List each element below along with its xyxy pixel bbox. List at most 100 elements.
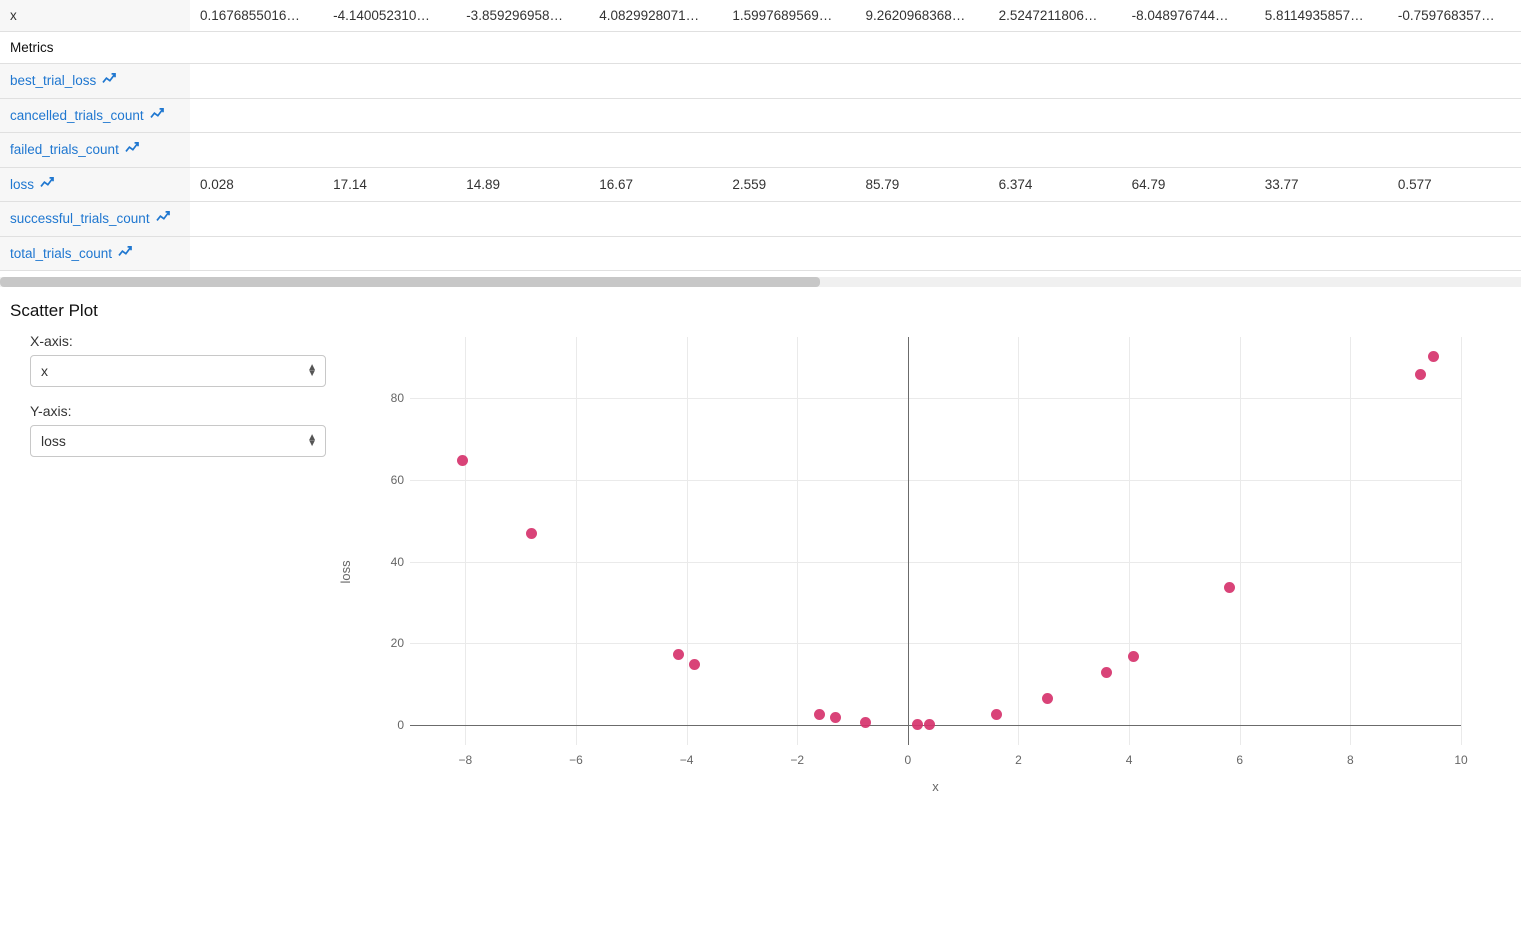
scatter-point[interactable] [912, 719, 923, 730]
table-cell: 5.8114935857… [1255, 0, 1388, 32]
table-cell: 1.5997689569… [722, 0, 855, 32]
metric-row-label: successful_trials_count [0, 202, 190, 237]
table-cell [589, 236, 722, 271]
metrics-heading: Metrics [0, 32, 1521, 64]
metric-name: successful_trials_count [10, 210, 150, 228]
table-cell [1255, 64, 1388, 99]
table-cell [190, 98, 323, 133]
table-cell [323, 236, 456, 271]
scatter-point[interactable] [1101, 667, 1112, 678]
table-cell [989, 133, 1122, 168]
table-cell [1122, 202, 1255, 237]
x-axis-label: X-axis: [30, 333, 326, 349]
table-cell [589, 202, 722, 237]
chart-icon [150, 107, 164, 125]
chart-icon [118, 245, 132, 263]
table-cell [1255, 98, 1388, 133]
scatter-point[interactable] [1128, 651, 1139, 662]
table-row: total_trials_count [0, 236, 1521, 271]
metric-row-label: failed_trials_count [0, 133, 190, 168]
y-axis-value: loss [41, 433, 66, 449]
xtick: 0 [904, 753, 911, 767]
table-cell [1388, 98, 1521, 133]
table-cell: -8.048976744… [1122, 0, 1255, 32]
scatter-controls: X-axis: x ▲▼ Y-axis: loss ▲▼ [0, 327, 340, 473]
xtick: 6 [1236, 753, 1243, 767]
table-cell: 17.14 [323, 167, 456, 202]
scatter-point[interactable] [814, 709, 825, 720]
ytick: 80 [370, 391, 404, 405]
table-cell: 14.89 [456, 167, 589, 202]
gridline-h [410, 480, 1461, 481]
table-cell [855, 236, 988, 271]
table-cell [855, 202, 988, 237]
metric-link-loss[interactable]: loss [10, 176, 54, 194]
scatter-point[interactable] [1415, 369, 1426, 380]
table-cell [589, 98, 722, 133]
metric-link-cancelled_trials_count[interactable]: cancelled_trials_count [10, 107, 164, 125]
scrollbar-thumb[interactable] [0, 277, 820, 287]
metric-link-total_trials_count[interactable]: total_trials_count [10, 245, 132, 263]
table-cell: -3.859296958… [456, 0, 589, 32]
xtick: 10 [1454, 753, 1467, 767]
table-cell [1255, 133, 1388, 168]
scatter-point[interactable] [689, 659, 700, 670]
table-cell [989, 202, 1122, 237]
scatter-point[interactable] [457, 455, 468, 466]
table-cell [855, 133, 988, 168]
ytick: 20 [370, 636, 404, 650]
scatter-point[interactable] [924, 719, 935, 730]
table-row: loss 0.02817.1414.8916.672.55985.796.374… [0, 167, 1521, 202]
table-cell: -4.140052310… [323, 0, 456, 32]
table-cell [855, 64, 988, 99]
table-cell [1388, 133, 1521, 168]
table-cell: 85.79 [855, 167, 988, 202]
table-cell: 6.374 [989, 167, 1122, 202]
metric-name: total_trials_count [10, 245, 112, 263]
scatter-point[interactable] [1224, 582, 1235, 593]
table-cell [589, 133, 722, 168]
xtick: −8 [458, 753, 472, 767]
table-cell [722, 236, 855, 271]
table-cell [722, 133, 855, 168]
gridline-h [410, 398, 1461, 399]
metric-name: best_trial_loss [10, 72, 96, 90]
table-cell: 2.5247211806… [989, 0, 1122, 32]
scatter-point[interactable] [673, 649, 684, 660]
y-axis-line [908, 337, 909, 745]
scatter-point[interactable] [1042, 693, 1053, 704]
scatter-point[interactable] [860, 717, 871, 728]
table-cell [989, 64, 1122, 99]
metric-link-best_trial_loss[interactable]: best_trial_loss [10, 72, 116, 90]
metric-link-failed_trials_count[interactable]: failed_trials_count [10, 141, 139, 159]
x-axis-select[interactable]: x ▲▼ [30, 355, 326, 387]
chart-icon [125, 141, 139, 159]
gridline-v [1461, 337, 1462, 745]
table-h-scrollbar[interactable] [0, 277, 1521, 287]
table-cell [456, 202, 589, 237]
table-cell [1388, 64, 1521, 99]
chart-ylabel: loss [338, 560, 353, 583]
scatter-point[interactable] [1428, 351, 1439, 362]
xtick: 8 [1347, 753, 1354, 767]
table-cell: 16.67 [589, 167, 722, 202]
select-caret-icon: ▲▼ [307, 435, 317, 447]
metric-link-successful_trials_count[interactable]: successful_trials_count [10, 210, 170, 228]
table-cell [722, 202, 855, 237]
metric-row-label: cancelled_trials_count [0, 98, 190, 133]
table-cell [190, 64, 323, 99]
y-axis-select[interactable]: loss ▲▼ [30, 425, 326, 457]
table-cell [456, 98, 589, 133]
table-cell [190, 236, 323, 271]
table-cell [1122, 236, 1255, 271]
ytick: 60 [370, 473, 404, 487]
table-row: successful_trials_count [0, 202, 1521, 237]
scatter-point[interactable] [830, 712, 841, 723]
table-cell [1388, 236, 1521, 271]
table-cell: 33.77 [1255, 167, 1388, 202]
select-caret-icon: ▲▼ [307, 365, 317, 377]
scatter-chart: loss −8−6−4−20246810020406080 x [340, 327, 1521, 824]
scatter-point[interactable] [526, 528, 537, 539]
scatter-point[interactable] [991, 709, 1002, 720]
scatter-heading: Scatter Plot [0, 297, 1521, 327]
